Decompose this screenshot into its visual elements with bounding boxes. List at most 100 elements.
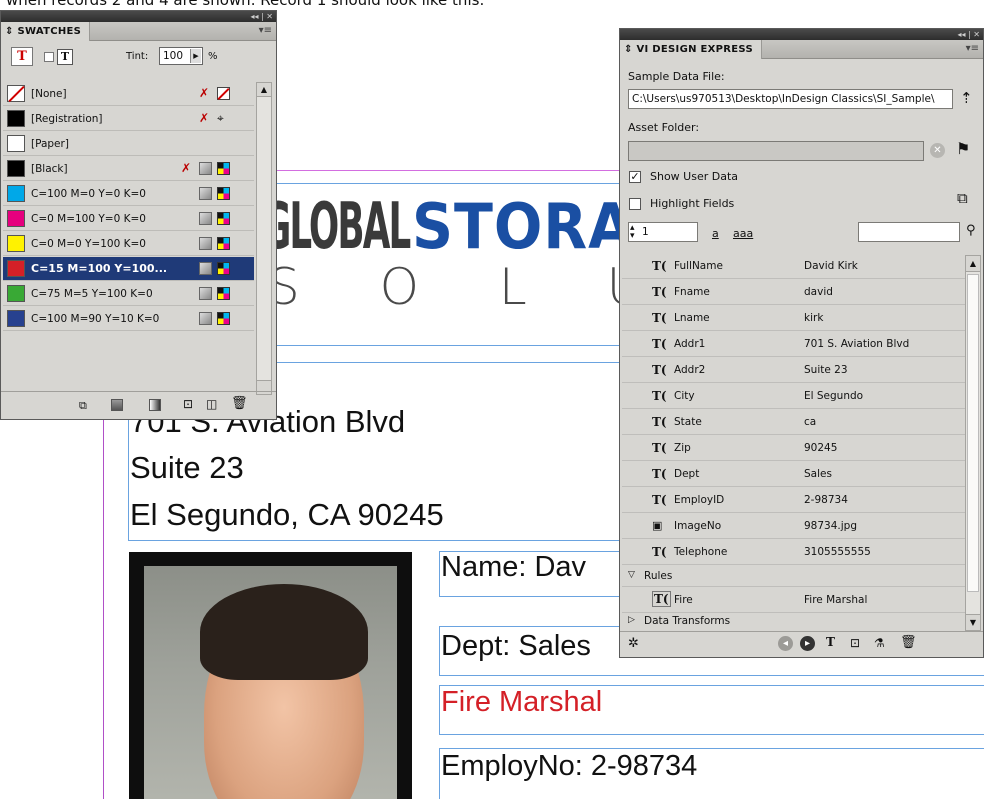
swatch-row[interactable]: C=0 M=0 Y=100 K=0 xyxy=(3,232,254,256)
scroll-up-icon[interactable]: ▲ xyxy=(966,256,980,272)
show-color-swatches-icon[interactable] xyxy=(111,399,123,411)
text-field-icon: T( xyxy=(652,259,667,273)
swatch-row[interactable]: [Registration] ✗ ⌖ xyxy=(3,107,254,131)
text-format-icon[interactable]: T xyxy=(57,49,73,65)
vi-design-express-panel: ◂◂ | ✕ ⇕ VI DESIGN EXPRESS ▾≡ Sample Dat… xyxy=(619,28,984,658)
cmyk-icon xyxy=(217,287,230,300)
swatch-registration-chip xyxy=(7,110,25,127)
field-search-input[interactable] xyxy=(858,222,960,242)
swatch-black-chip xyxy=(7,160,25,177)
panel-titlebar[interactable]: ◂◂ | ✕ xyxy=(620,29,983,40)
panel-titlebar[interactable]: ◂◂ | ✕ xyxy=(1,11,276,22)
search-icon[interactable]: ⚲ xyxy=(966,223,976,238)
transforms-group-row[interactable]: ▷ Data Transforms xyxy=(622,613,968,625)
preview-icon[interactable]: ⧉ xyxy=(957,189,968,207)
new-color-group-icon[interactable]: ⊡ xyxy=(183,397,193,411)
fields-scrollbar[interactable]: ▲ ▼ xyxy=(965,255,981,631)
text-field-icon: T( xyxy=(652,337,667,351)
field-row[interactable]: T(Lname kirk xyxy=(622,305,968,331)
swatch-row[interactable]: C=75 M=5 Y=100 K=0 xyxy=(3,282,254,306)
swatch-row[interactable]: [Paper] xyxy=(3,132,254,156)
scroll-up-icon[interactable]: ▲ xyxy=(257,83,271,97)
field-row[interactable]: T(EmployID 2-98734 xyxy=(622,487,968,513)
employee-photo[interactable] xyxy=(129,552,412,799)
rules-group-row[interactable]: ▽ Rules xyxy=(622,565,968,587)
swatch-row[interactable]: C=100 M=90 Y=10 K=0 xyxy=(3,307,254,331)
panel-menu-icon[interactable]: ▾≡ xyxy=(259,25,272,36)
show-gradient-swatches-icon[interactable] xyxy=(149,399,161,411)
clear-icon[interactable]: ✕ xyxy=(930,143,945,158)
all-lowercase-button[interactable]: aaa xyxy=(733,227,753,240)
tint-stepper-icon[interactable]: ▶ xyxy=(190,49,201,63)
text-placeholder-icon[interactable]: T xyxy=(826,635,835,649)
dept-field-text: Dept: Sales xyxy=(441,630,591,662)
field-row[interactable]: T(Dept Sales xyxy=(622,461,968,487)
field-row[interactable]: T(FullName David Kirk xyxy=(622,253,968,279)
swatch-name: C=0 M=0 Y=100 K=0 xyxy=(31,237,146,250)
swatch-name: [None] xyxy=(31,87,67,100)
settings-gear-icon[interactable]: ✲ xyxy=(628,636,639,651)
no-edit-icon: ✗ xyxy=(199,86,210,100)
swatches-toolbar: T T Tint: 100 ▶ % xyxy=(1,41,276,73)
scroll-down-icon[interactable]: ▼ xyxy=(966,614,980,630)
field-row[interactable]: T(Telephone 3105555555 xyxy=(622,539,968,565)
sample-data-file-input[interactable]: C:\Users\us970513\Desktop\InDesign Class… xyxy=(628,89,953,109)
previous-record-icon[interactable]: ◂ xyxy=(778,636,793,651)
tint-input[interactable]: 100 ▶ xyxy=(159,47,203,65)
new-swatch-icon[interactable]: ◫ xyxy=(206,397,217,411)
record-number-input[interactable]: 1 ▴ ▾ xyxy=(628,222,698,242)
text-field-icon: T( xyxy=(652,363,667,377)
asset-folder-input[interactable] xyxy=(628,141,924,161)
hair-image xyxy=(200,584,368,680)
show-user-data-checkbox[interactable]: ✓ xyxy=(629,171,641,183)
caption-text: when records 2 and 4 are shown. Record 1… xyxy=(6,0,485,9)
swatch-row-selected[interactable]: C=15 M=100 Y=100... xyxy=(3,257,254,281)
field-row[interactable]: ▣ ImageNo 98734.jpg xyxy=(622,513,968,539)
folder-browse-icon[interactable]: ⚑ xyxy=(956,139,970,158)
panel-menu-icon[interactable]: ▾≡ xyxy=(966,43,979,54)
swatch-red-chip xyxy=(7,260,25,277)
vi-design-express-tab[interactable]: ⇕ VI DESIGN EXPRESS xyxy=(620,40,762,59)
swatch-row[interactable]: C=0 M=100 Y=0 K=0 xyxy=(3,207,254,231)
swatch-name: C=15 M=100 Y=100... xyxy=(31,262,168,275)
field-row[interactable]: T(Zip 90245 xyxy=(622,435,968,461)
text-field-icon: T( xyxy=(652,285,667,299)
next-record-icon[interactable]: ▸ xyxy=(800,636,815,651)
fill-stroke-icon[interactable]: T xyxy=(11,47,33,66)
rule-row[interactable]: T(Fire Fire Marshal xyxy=(622,587,968,613)
swatch-row[interactable]: [Black] ✗ xyxy=(3,157,254,181)
swatches-scrollbar[interactable]: ▲ xyxy=(256,82,272,395)
field-row[interactable]: T(State ca xyxy=(622,409,968,435)
swatch-row[interactable]: C=100 M=0 Y=0 K=0 xyxy=(3,182,254,206)
none-icon xyxy=(217,87,230,101)
swatch-name: C=100 M=0 Y=0 K=0 xyxy=(31,187,146,200)
record-stepper-icon[interactable]: ▴ ▾ xyxy=(630,224,635,241)
new-rule-icon[interactable]: ⊡ xyxy=(850,636,860,650)
swatch-name: C=0 M=100 Y=0 K=0 xyxy=(31,212,146,225)
field-row[interactable]: T(Addr2 Suite 23 xyxy=(622,357,968,383)
browse-file-icon[interactable]: ⇡ xyxy=(960,89,973,107)
swatch-cyan-chip xyxy=(7,185,25,202)
swatch-row[interactable]: [None] ✗ xyxy=(3,82,254,106)
text-field-icon: T( xyxy=(652,415,667,429)
field-row[interactable]: T(City El Segundo xyxy=(622,383,968,409)
swatches-tab[interactable]: ⇕ SWATCHES xyxy=(1,22,91,41)
rule-field-text: Fire Marshal xyxy=(441,686,603,718)
process-icon xyxy=(199,312,212,325)
registration-icon: ⌖ xyxy=(217,111,224,125)
highlight-fields-checkbox[interactable] xyxy=(629,198,641,210)
field-row[interactable]: T(Addr1 701 S. Aviation Blvd xyxy=(622,331,968,357)
expand-triangle-icon[interactable]: ▽ xyxy=(628,570,635,580)
process-icon xyxy=(199,237,212,250)
swatch-name: [Black] xyxy=(31,162,68,175)
show-all-swatches-icon[interactable]: ⧉ xyxy=(79,399,87,413)
trash-icon[interactable]: 🗑 xyxy=(900,635,917,650)
scroll-thumb[interactable] xyxy=(967,274,979,592)
collapse-triangle-icon[interactable]: ▷ xyxy=(628,615,635,625)
lowercase-button[interactable]: a xyxy=(712,227,719,240)
container-toggle-icon[interactable] xyxy=(44,52,54,62)
name-field-text: Name: Dav xyxy=(441,551,587,583)
transform-icon[interactable]: ⚗ xyxy=(874,636,885,650)
field-row[interactable]: T(Fname david xyxy=(622,279,968,305)
trash-icon[interactable]: 🗑 xyxy=(231,396,248,411)
